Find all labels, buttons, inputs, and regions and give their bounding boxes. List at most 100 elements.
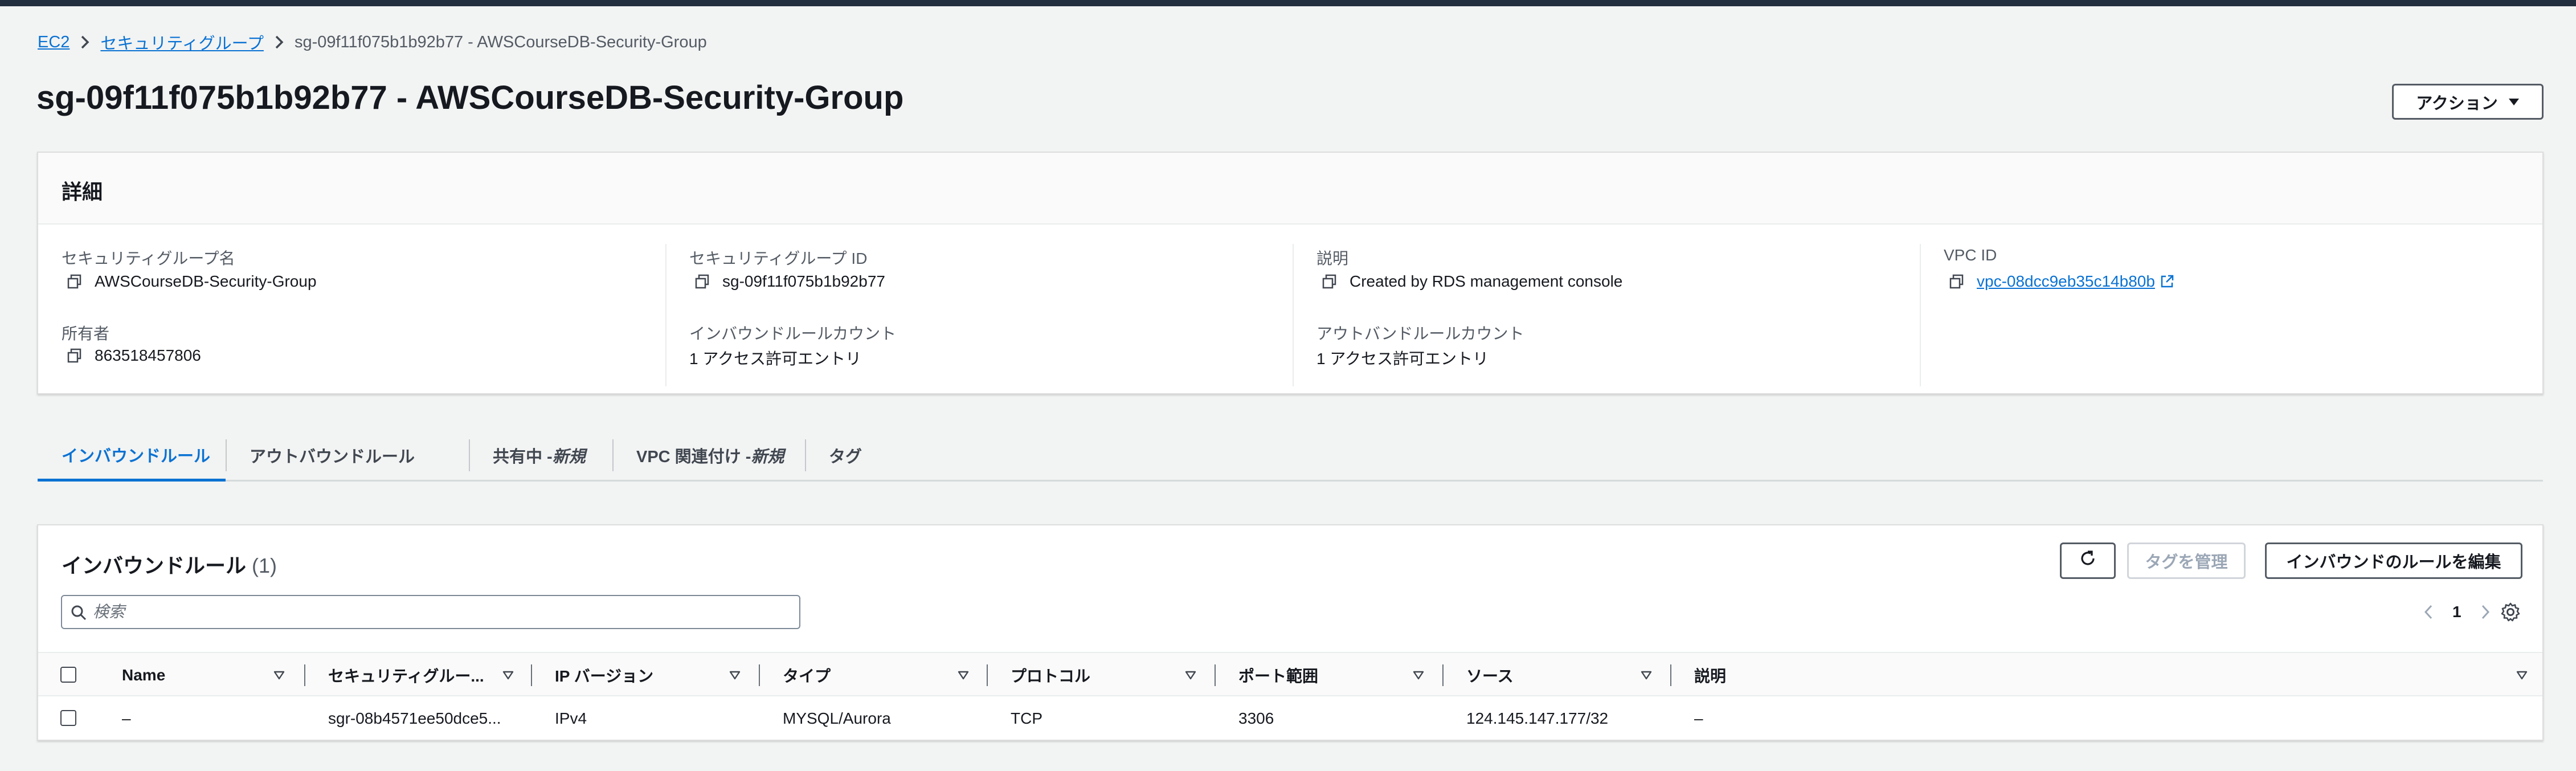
column-header-security-group-rule[interactable]: セキュリティグルー... xyxy=(328,653,484,697)
security-group-id-text: sg-09f11f075b1b92b77 xyxy=(722,272,885,290)
previous-page-icon[interactable] xyxy=(2419,601,2438,623)
column-header-protocol[interactable]: プロトコル xyxy=(1011,653,1090,697)
security-group-id-value: sg-09f11f075b1b92b77 xyxy=(695,272,885,291)
owner-text: 863518457806 xyxy=(95,346,201,364)
column-resizer[interactable] xyxy=(1442,664,1444,686)
settings-gear-icon[interactable] xyxy=(2500,602,2521,622)
sort-caret-icon[interactable] xyxy=(2516,670,2528,681)
chevron-right-icon xyxy=(80,35,90,50)
table-row[interactable]: – sgr-08b4571ee50dce5... IPv4 MYSQL/Auro… xyxy=(38,696,2542,741)
tab-outbound-rules[interactable]: アウトバウンドルール xyxy=(227,430,469,480)
sort-caret-icon[interactable] xyxy=(502,670,514,681)
tab-vpc-associations-label: VPC 関連付け - xyxy=(636,448,751,466)
column-resizer[interactable] xyxy=(1215,664,1216,686)
column-divider xyxy=(1293,244,1294,386)
search-field[interactable] xyxy=(61,595,800,629)
security-group-id-label: セキュリティグループ ID xyxy=(689,250,868,267)
sort-caret-icon[interactable] xyxy=(1185,670,1196,681)
page-title: sg-09f11f075b1b92b77 - AWSCourseDB-Secur… xyxy=(36,79,904,116)
details-panel: 詳細 セキュリティグループ名 AWSCourseDB-Security-Grou… xyxy=(37,152,2544,394)
copy-icon[interactable] xyxy=(1322,274,1337,289)
security-group-name-value: AWSCourseDB-Security-Group xyxy=(67,272,317,291)
copy-icon[interactable] xyxy=(67,274,82,289)
vpc-id-value: vpc-08dcc9eb35c14b80b xyxy=(1949,272,2174,291)
cell-description: – xyxy=(1694,709,1703,727)
column-header-ip-version[interactable]: IP バージョン xyxy=(555,653,653,697)
breadcrumb-security-groups-link[interactable]: セキュリティグループ xyxy=(100,30,264,54)
tab-outbound-rules-label: アウトバウンドルール xyxy=(250,448,415,466)
top-nav-bar xyxy=(0,0,2576,6)
caret-down-icon xyxy=(2508,95,2520,109)
cell-protocol: TCP xyxy=(1011,709,1042,727)
tab-inbound-rules[interactable]: インバウンドルール xyxy=(38,430,226,482)
cell-source: 124.145.147.177/32 xyxy=(1466,709,1609,727)
security-group-name-text: AWSCourseDB-Security-Group xyxy=(95,272,317,290)
breadcrumb-current: sg-09f11f075b1b92b77 - AWSCourseDB-Secur… xyxy=(294,32,707,51)
column-resizer[interactable] xyxy=(304,664,305,686)
search-icon xyxy=(70,604,87,621)
tab-inbound-rules-label: インバウンドルール xyxy=(62,447,211,466)
inbound-rules-title: インバウンドルール (1) xyxy=(62,549,277,579)
description-value: Created by RDS management console xyxy=(1322,272,1622,291)
cell-type: MYSQL/Aurora xyxy=(783,709,891,727)
inbound-rules-count: (1) xyxy=(252,554,277,577)
cell-security-group-rule-id: sgr-08b4571ee50dce5... xyxy=(328,709,501,727)
search-input[interactable] xyxy=(93,603,799,621)
pagination: 1 xyxy=(2419,598,2495,626)
select-all-checkbox[interactable] xyxy=(60,667,76,683)
cell-ip-version: IPv4 xyxy=(555,709,587,727)
column-divider xyxy=(1920,244,1921,386)
column-resizer[interactable] xyxy=(1670,664,1671,686)
column-header-type[interactable]: タイプ xyxy=(783,653,831,697)
column-divider xyxy=(665,244,667,386)
next-page-icon[interactable] xyxy=(2476,601,2495,623)
inbound-rules-title-text: インバウンドルール xyxy=(62,554,247,577)
tab-sharing[interactable]: 共有中 - 新規 xyxy=(470,430,612,480)
column-resizer[interactable] xyxy=(987,664,988,686)
tab-tags[interactable]: タグ xyxy=(806,430,874,480)
copy-icon[interactable] xyxy=(1949,274,1964,289)
sort-caret-icon[interactable] xyxy=(273,670,285,681)
inbound-rule-count-label: インバウンドルールカウント xyxy=(689,325,897,342)
external-link-icon[interactable] xyxy=(2160,274,2174,289)
sort-caret-icon[interactable] xyxy=(1413,670,1424,681)
copy-icon[interactable] xyxy=(67,348,82,363)
owner-value: 863518457806 xyxy=(67,346,201,365)
tab-tags-label: タグ xyxy=(829,448,862,466)
cell-port-range: 3306 xyxy=(1238,709,1274,727)
owner-label: 所有者 xyxy=(62,325,110,342)
column-resizer[interactable] xyxy=(531,664,532,686)
page-number[interactable]: 1 xyxy=(2452,603,2461,621)
manage-tags-button[interactable]: タグを管理 xyxy=(2127,542,2246,579)
column-header-port-range[interactable]: ポート範囲 xyxy=(1238,653,1318,697)
refresh-icon xyxy=(2078,549,2097,573)
actions-dropdown-button[interactable]: アクション xyxy=(2392,84,2544,120)
tab-vpc-associations[interactable]: VPC 関連付け - 新規 xyxy=(614,430,805,480)
vpc-id-label: VPC ID xyxy=(1944,246,1997,264)
breadcrumb: EC2 セキュリティグループ sg-09f11f075b1b92b77 - AW… xyxy=(38,30,707,54)
details-title: 詳細 xyxy=(62,180,103,203)
security-group-name-label: セキュリティグループ名 xyxy=(62,250,235,267)
new-tag: 新規 xyxy=(751,448,784,466)
sort-caret-icon[interactable] xyxy=(1641,670,1652,681)
edit-inbound-rules-button[interactable]: インバウンドのルールを編集 xyxy=(2265,542,2522,579)
description-label: 説明 xyxy=(1316,250,1349,267)
outbound-rule-count-label: アウトバンドルールカウント xyxy=(1316,325,1524,342)
description-text: Created by RDS management console xyxy=(1350,272,1623,290)
row-checkbox[interactable] xyxy=(60,710,76,726)
column-resizer[interactable] xyxy=(759,664,760,686)
breadcrumb-ec2-link[interactable]: EC2 xyxy=(38,33,69,52)
details-header xyxy=(38,153,2542,225)
column-header-description[interactable]: 説明 xyxy=(1694,653,1726,697)
refresh-button[interactable] xyxy=(2060,542,2116,579)
sort-caret-icon[interactable] xyxy=(958,670,969,681)
table-header: Name セキュリティグルー... IP バージョン タイプ プロトコル ポート… xyxy=(38,652,2542,696)
column-header-name[interactable]: Name xyxy=(122,653,165,697)
vpc-id-link[interactable]: vpc-08dcc9eb35c14b80b xyxy=(1977,272,2155,291)
sort-caret-icon[interactable] xyxy=(729,670,741,681)
outbound-rule-count-value: 1 アクセス許可エントリ xyxy=(1316,350,1489,368)
column-header-source[interactable]: ソース xyxy=(1466,653,1514,697)
new-tag: 新規 xyxy=(552,448,586,466)
copy-icon[interactable] xyxy=(695,274,710,289)
actions-label: アクション xyxy=(2416,94,2498,113)
